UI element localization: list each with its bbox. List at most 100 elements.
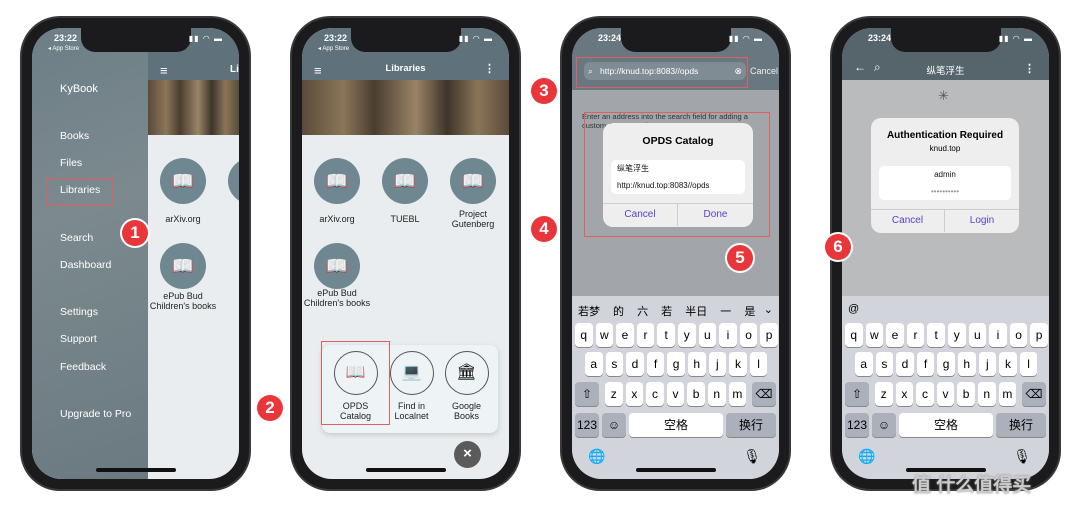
globe-icon[interactable]: 🌐: [858, 448, 875, 465]
key-c[interactable]: c: [916, 382, 934, 406]
library-epub-bud[interactable]: 📖: [160, 243, 206, 289]
key-x[interactable]: x: [625, 382, 644, 406]
drawer-item-files[interactable]: Files: [60, 157, 82, 169]
numbers-key[interactable]: 123: [575, 413, 599, 437]
drawer-item-search[interactable]: Search: [60, 232, 93, 244]
key-z[interactable]: z: [605, 382, 623, 406]
drawer-item-support[interactable]: Support: [60, 333, 97, 345]
key-s[interactable]: s: [605, 352, 624, 376]
key-x[interactable]: x: [895, 382, 914, 406]
library-arxiv[interactable]: 📖: [314, 158, 360, 204]
key-b[interactable]: b: [957, 382, 975, 406]
key-r[interactable]: r: [906, 323, 925, 347]
candidate-bar[interactable]: @: [848, 303, 859, 315]
key-j[interactable]: j: [978, 352, 997, 376]
key-k[interactable]: k: [999, 352, 1017, 376]
library-tuebl[interactable]: 📖: [382, 158, 428, 204]
key-n[interactable]: n: [708, 382, 726, 406]
key-v[interactable]: v: [936, 382, 955, 406]
key-f[interactable]: f: [916, 352, 935, 376]
key-s[interactable]: s: [875, 352, 894, 376]
key-a[interactable]: a: [855, 352, 873, 376]
key-g[interactable]: g: [667, 352, 685, 376]
key-e[interactable]: e: [616, 323, 634, 347]
drawer-item-settings[interactable]: Settings: [60, 306, 98, 318]
key-w[interactable]: w: [865, 323, 884, 347]
key-i[interactable]: i: [989, 323, 1007, 347]
key-y[interactable]: y: [678, 323, 696, 347]
back-to-app-store[interactable]: ◂ App Store: [48, 45, 79, 52]
shift-key[interactable]: ⇧: [575, 382, 599, 406]
key-p[interactable]: p: [1030, 323, 1048, 347]
key-h[interactable]: h: [688, 352, 706, 376]
add-find-in-localnet[interactable]: 💻 Find in Localnet: [384, 351, 439, 421]
password-field[interactable]: ••••••••••: [879, 183, 1011, 200]
key-m[interactable]: m: [998, 382, 1017, 406]
key-m[interactable]: m: [728, 382, 747, 406]
key-k[interactable]: k: [729, 352, 747, 376]
key-i[interactable]: i: [719, 323, 737, 347]
drawer-item-dashboard[interactable]: Dashboard: [60, 259, 111, 271]
key-t[interactable]: t: [657, 323, 675, 347]
key-g[interactable]: g: [937, 352, 955, 376]
numbers-key[interactable]: 123: [845, 413, 869, 437]
key-q[interactable]: q: [575, 323, 593, 347]
key-n[interactable]: n: [978, 382, 996, 406]
key-y[interactable]: y: [948, 323, 966, 347]
key-a[interactable]: a: [585, 352, 603, 376]
library-partial[interactable]: [228, 158, 239, 204]
key-p[interactable]: p: [760, 323, 778, 347]
chevron-down-icon[interactable]: ⌄: [763, 303, 773, 316]
space-key[interactable]: 空格: [899, 413, 993, 437]
microphone-icon[interactable]: 🎙: [1013, 448, 1031, 465]
highlight-box: [584, 112, 770, 237]
microphone-icon[interactable]: 🎙: [743, 448, 761, 465]
key-d[interactable]: d: [896, 352, 914, 376]
hamburger-menu-icon[interactable]: ≡: [160, 63, 168, 78]
backspace-key[interactable]: ⌫: [752, 382, 776, 406]
globe-icon[interactable]: 🌐: [588, 448, 605, 465]
key-t[interactable]: t: [927, 323, 945, 347]
key-r[interactable]: r: [636, 323, 655, 347]
back-to-app-store[interactable]: ◂ App Store: [318, 45, 349, 52]
return-key[interactable]: 换行: [726, 413, 776, 437]
key-b[interactable]: b: [687, 382, 705, 406]
more-options-icon[interactable]: ⋮: [1024, 62, 1035, 75]
more-options-icon[interactable]: ⋮: [484, 62, 495, 75]
dialog-login-button[interactable]: Login: [945, 209, 1019, 232]
library-gutenberg[interactable]: 📖: [450, 158, 496, 204]
candidate-bar[interactable]: 若梦 的 六 若 半日 一 是 ⌄: [578, 303, 773, 319]
key-l[interactable]: l: [749, 352, 768, 376]
key-q[interactable]: q: [845, 323, 863, 347]
library-epub-bud[interactable]: 📖: [314, 243, 360, 289]
key-j[interactable]: j: [708, 352, 727, 376]
username-field[interactable]: admin: [879, 166, 1011, 184]
key-z[interactable]: z: [875, 382, 893, 406]
key-c[interactable]: c: [646, 382, 664, 406]
dialog-cancel-button[interactable]: Cancel: [871, 209, 945, 232]
key-d[interactable]: d: [626, 352, 644, 376]
key-o[interactable]: o: [739, 323, 758, 347]
space-key[interactable]: 空格: [629, 413, 723, 437]
key-f[interactable]: f: [646, 352, 665, 376]
backspace-key[interactable]: ⌫: [1022, 382, 1046, 406]
search-cancel-button[interactable]: Cancel: [750, 66, 778, 76]
emoji-key[interactable]: ☺: [602, 413, 626, 437]
key-h[interactable]: h: [958, 352, 976, 376]
add-google-books[interactable]: 🏛 Google Books: [439, 351, 494, 421]
shift-key[interactable]: ⇧: [845, 382, 869, 406]
key-l[interactable]: l: [1019, 352, 1038, 376]
key-v[interactable]: v: [666, 382, 685, 406]
drawer-item-books[interactable]: Books: [60, 130, 89, 142]
emoji-key[interactable]: ☺: [872, 413, 896, 437]
key-w[interactable]: w: [595, 323, 614, 347]
drawer-item-upgrade[interactable]: Upgrade to Pro: [60, 408, 131, 420]
library-arxiv[interactable]: 📖: [160, 158, 206, 204]
key-o[interactable]: o: [1009, 323, 1028, 347]
key-u[interactable]: u: [698, 323, 717, 347]
drawer-item-feedback[interactable]: Feedback: [60, 361, 106, 373]
close-menu-button[interactable]: ×: [454, 441, 481, 468]
return-key[interactable]: 换行: [996, 413, 1046, 437]
key-e[interactable]: e: [886, 323, 904, 347]
key-u[interactable]: u: [968, 323, 987, 347]
